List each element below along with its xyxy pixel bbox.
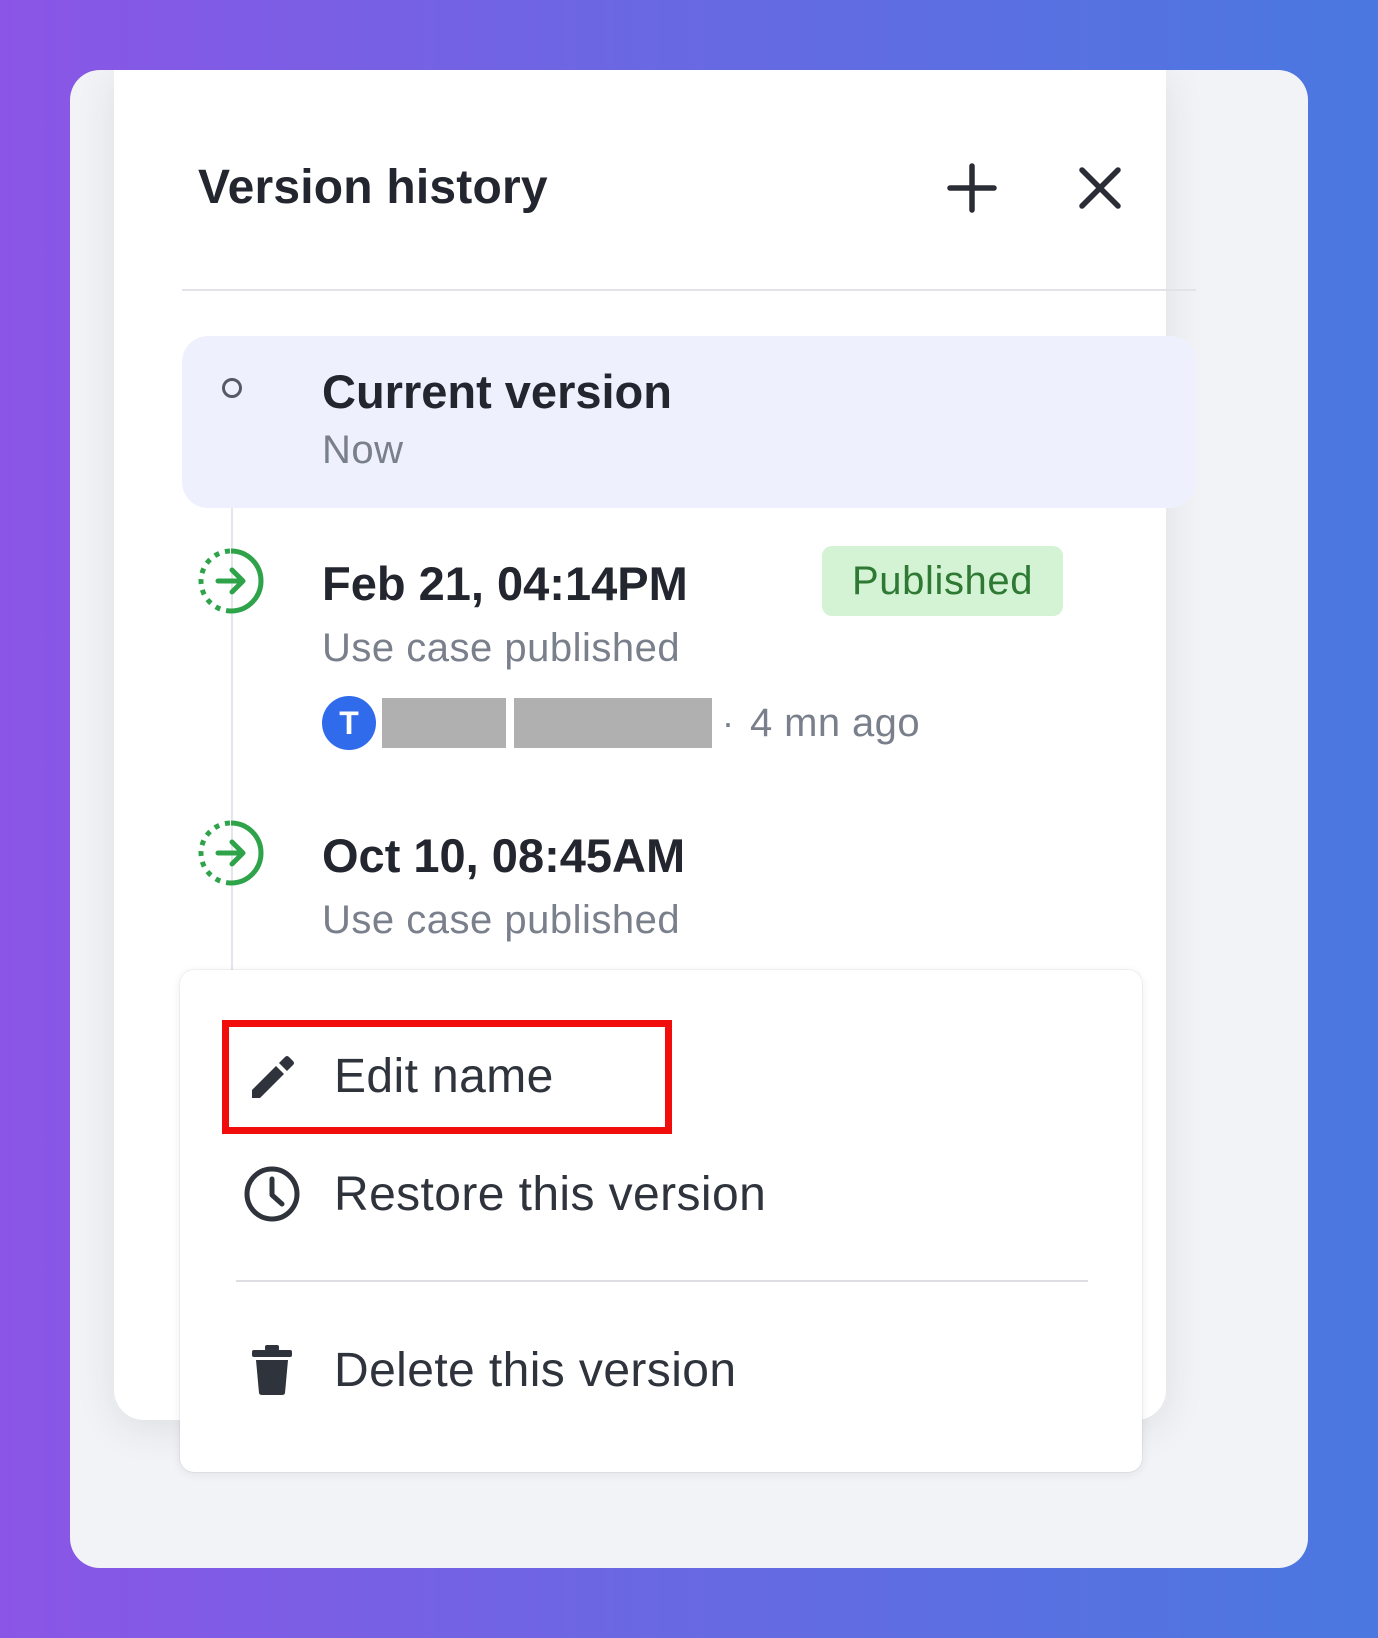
- current-version-title: Current version: [322, 365, 672, 418]
- redacted-last-name: [514, 698, 712, 748]
- header-divider: [182, 289, 1196, 291]
- current-version-subtitle: Now: [322, 428, 404, 472]
- redacted-first-name: [382, 698, 506, 748]
- highlight-box: [222, 1020, 672, 1134]
- add-version-button[interactable]: [942, 158, 1002, 218]
- meta-separator: ·: [722, 702, 734, 743]
- publish-arrow-icon: [198, 548, 264, 614]
- version-item[interactable]: Oct 10, 08:45AM Use case published: [182, 818, 1196, 968]
- current-version-item[interactable]: Current version Now: [182, 336, 1196, 508]
- delete-version-menu-item[interactable]: Delete this version: [236, 1322, 1116, 1418]
- version-item[interactable]: Feb 21, 04:14PM Published Use case publi…: [182, 546, 1196, 766]
- avatar: T: [322, 696, 376, 750]
- restore-version-menu-item[interactable]: Restore this version: [236, 1146, 1116, 1242]
- version-context-menu: Edit name Restore this version Delete th…: [180, 970, 1142, 1472]
- restore-version-label: Restore this version: [334, 1167, 767, 1221]
- version-time-ago: 4 mn ago: [750, 700, 920, 745]
- version-date: Oct 10, 08:45AM: [322, 829, 686, 882]
- clock-icon: [236, 1158, 308, 1230]
- version-description: Use case published: [322, 626, 681, 670]
- publish-arrow-icon: [198, 820, 264, 886]
- close-button[interactable]: [1070, 158, 1130, 218]
- panel-title: Version history: [198, 161, 548, 214]
- trash-icon: [236, 1334, 308, 1406]
- timeline-dot-icon: [222, 378, 242, 398]
- delete-version-label: Delete this version: [334, 1343, 737, 1397]
- plus-icon: [947, 163, 997, 213]
- app-window: Version history Current version Now Feb …: [70, 70, 1308, 1568]
- close-icon: [1079, 167, 1121, 209]
- status-badge: Published: [822, 546, 1064, 616]
- version-date: Feb 21, 04:14PM: [322, 557, 688, 610]
- version-description: Use case published: [322, 898, 681, 942]
- version-author-row: T · 4 mn ago: [322, 696, 920, 750]
- menu-divider: [236, 1280, 1088, 1282]
